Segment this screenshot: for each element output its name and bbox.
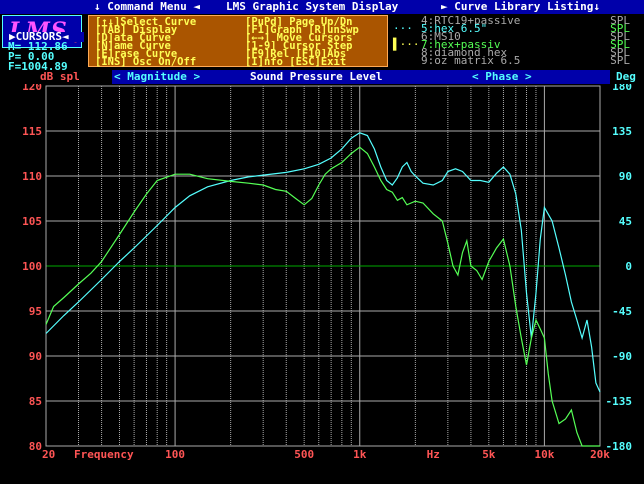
x-tick-label: 10k — [534, 448, 554, 461]
curve-library-list: 4:RTC19+passive SPL ··· 5:hex 6.5" SPL 6:MS10… — [391, 15, 644, 67]
left-axis-unit: dB spl — [40, 70, 80, 83]
command-menu-panel: [↑↓]Select Curve [TAB] Display [D]ata Cu… — [88, 15, 388, 67]
y-tick-label-left: 90 — [29, 350, 42, 363]
x-tick-label: 500 — [294, 448, 314, 461]
x-tick-label: 1k — [353, 448, 367, 461]
y-tick-label-right: -135 — [606, 395, 633, 408]
top-menu-bar: ↓ Command Menu ◄ LMS Graphic System Disp… — [0, 0, 644, 14]
x-tick-label: Hz — [427, 448, 440, 461]
y-tick-label-right: 180 — [612, 84, 632, 93]
library-row[interactable]: 9:oz matrix 6.5 SPL — [391, 54, 644, 67]
y-tick-label-left: 100 — [22, 260, 42, 273]
phase-selector[interactable]: < Phase > — [472, 70, 532, 84]
x-tick-label: 5k — [482, 448, 496, 461]
y-tick-label-right: 135 — [612, 125, 632, 138]
y-tick-label-right: 45 — [619, 215, 632, 228]
graph-header-bar: dB spl < Magnitude > Sound Pressure Leve… — [38, 70, 644, 84]
command-menu-label[interactable]: ↓ Command Menu ◄ — [94, 0, 200, 14]
menu-item-osc-toggle[interactable]: [INS] Osc On/Off — [95, 57, 196, 68]
y-tick-label-left: 80 — [29, 440, 42, 453]
curve-name: 9:oz matrix 6.5 — [421, 54, 521, 67]
window-title: LMS Graphic System Display — [226, 0, 399, 13]
x-axis-label: Frequency — [74, 448, 134, 461]
cursor-readout-panel: ▶CURSORS◄ M= 112.86 P= 0.00 F=1004.89 — [8, 31, 84, 72]
menu-item-info-exit[interactable]: [I]nfo [ESC]Exit — [245, 57, 346, 68]
graph-title: Sound Pressure Level — [250, 70, 383, 83]
x-tick-label: 20k — [590, 448, 610, 461]
curve-type: SPL — [610, 54, 630, 67]
y-tick-label-left: 105 — [22, 215, 42, 228]
y-tick-label-left: 115 — [22, 125, 42, 138]
x-tick-label: 20 — [42, 448, 55, 461]
y-tick-label-right: 0 — [625, 260, 632, 273]
x-tick-label: 100 — [165, 448, 185, 461]
spl-chart: 80859095100105110115120-180-135-90-45045… — [22, 84, 633, 461]
y-tick-label-right: -90 — [612, 350, 632, 363]
curve-library-label[interactable]: ► Curve Library Listing↓ — [441, 0, 600, 14]
y-tick-label-left: 120 — [22, 84, 42, 93]
series-line — [45, 132, 601, 393]
magnitude-selector[interactable]: < Magnitude > — [114, 70, 200, 84]
right-axis-unit: Deg — [616, 70, 636, 83]
y-tick-label-left: 85 — [29, 395, 42, 408]
y-tick-label-right: 90 — [619, 170, 632, 183]
y-tick-label-right: -45 — [612, 305, 632, 318]
y-tick-label-left: 110 — [22, 170, 42, 183]
y-tick-label-left: 95 — [29, 305, 42, 318]
